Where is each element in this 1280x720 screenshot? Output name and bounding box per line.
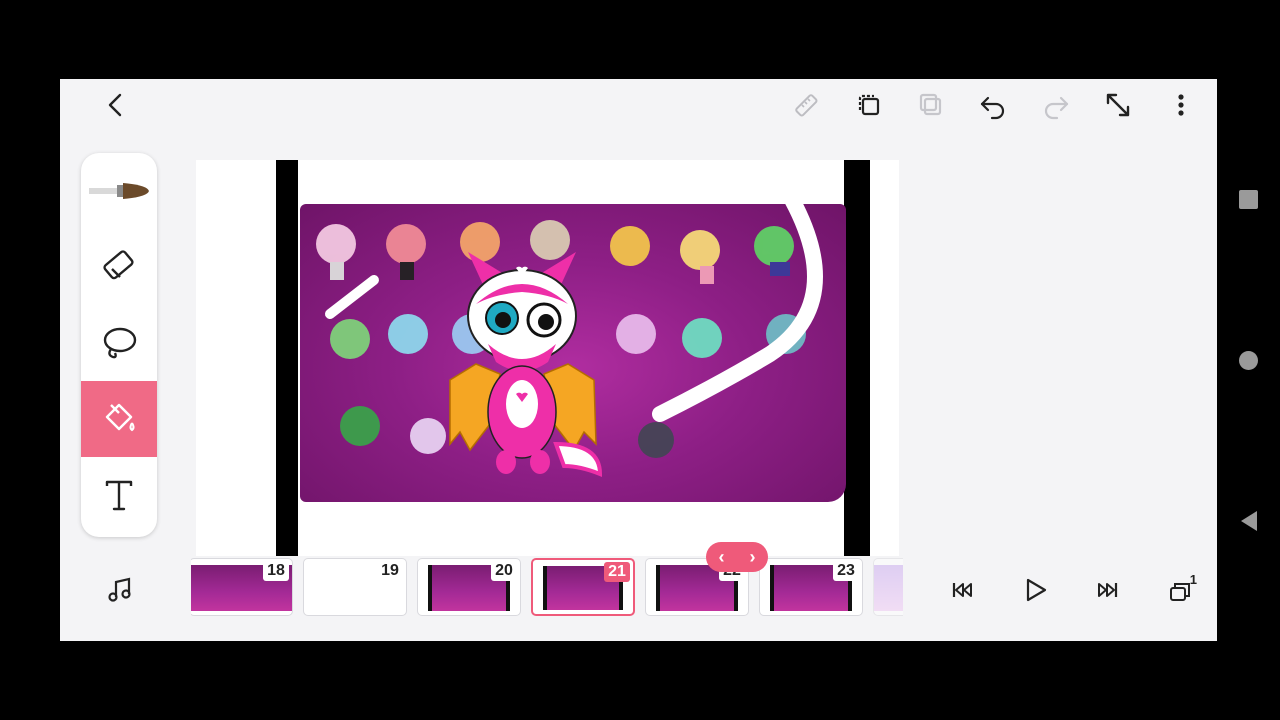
redo-icon[interactable] [1034, 83, 1078, 127]
frame-thumbnail-current[interactable]: 21 [531, 558, 635, 616]
layers-icon[interactable]: 1 [1159, 568, 1203, 612]
text-icon [105, 480, 133, 511]
prev-frame-arrow[interactable]: ‹ [719, 547, 725, 568]
ruler-icon[interactable] [784, 83, 828, 127]
drawing-canvas[interactable] [196, 156, 899, 556]
frame-thumbnail[interactable] [873, 558, 903, 616]
text-tool[interactable] [81, 457, 157, 533]
home-icon[interactable] [1239, 351, 1258, 370]
brush-icon [89, 183, 149, 199]
tool-panel [81, 153, 157, 537]
frame-number: 20 [491, 561, 517, 581]
frame-image [276, 156, 870, 556]
flipaclip-editor: 18 19 20 21 22 23 ‹ › [60, 79, 1217, 641]
layers-count: 1 [1189, 572, 1197, 587]
frame-number: 21 [604, 562, 630, 582]
character-drawing [316, 156, 823, 477]
frame-number: 18 [263, 561, 289, 581]
back-icon[interactable] [94, 83, 138, 127]
frame-thumbnail[interactable]: 20 [417, 558, 521, 616]
music-icon[interactable] [98, 568, 142, 612]
skip-to-end-icon[interactable] [1086, 568, 1130, 612]
frame-number: 23 [833, 561, 859, 581]
frame-nav-pill[interactable]: ‹ › [706, 542, 768, 572]
recents-icon[interactable] [1239, 190, 1258, 209]
frame-thumbnail[interactable]: 23 [759, 558, 863, 616]
more-icon[interactable] [1159, 83, 1203, 127]
fill-tool[interactable] [81, 381, 157, 457]
background-image [300, 156, 846, 502]
frame-number: 19 [377, 561, 403, 581]
eraser-tool[interactable] [81, 229, 157, 305]
skip-to-start-icon[interactable] [940, 568, 984, 612]
lasso-icon [103, 327, 137, 359]
paint-bucket-icon [105, 403, 135, 432]
frame-timeline[interactable]: 18 19 20 21 22 23 [191, 556, 903, 622]
frame-thumbnail[interactable]: 18 [191, 558, 293, 616]
fullscreen-icon[interactable] [1096, 83, 1140, 127]
paste-frame-icon[interactable] [909, 83, 953, 127]
undo-icon[interactable] [971, 83, 1015, 127]
lasso-tool[interactable] [81, 305, 157, 381]
copy-frame-icon[interactable] [847, 83, 891, 127]
eraser-icon [103, 250, 134, 280]
back-nav-icon[interactable] [1239, 510, 1259, 537]
play-icon[interactable] [1013, 568, 1057, 612]
brush-tool[interactable] [81, 153, 157, 229]
frame-thumbnail[interactable]: 19 [303, 558, 407, 616]
next-frame-arrow[interactable]: › [750, 547, 756, 568]
